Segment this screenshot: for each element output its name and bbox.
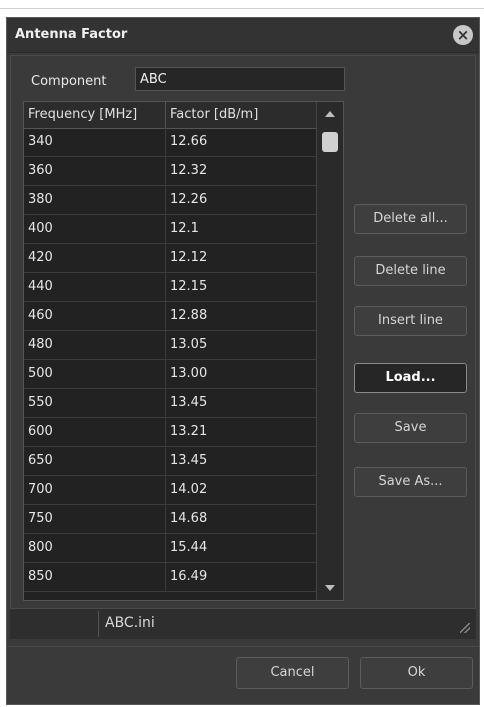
table-row[interactable]: 340 12.66 <box>24 128 318 157</box>
column-divider <box>165 534 166 563</box>
footer-divider <box>7 646 479 647</box>
factor-cell[interactable]: 14.02 <box>170 482 207 497</box>
frequency-cell[interactable]: 420 <box>28 250 53 265</box>
column-divider <box>165 186 166 215</box>
factor-cell[interactable]: 12.26 <box>170 192 207 207</box>
frequency-cell[interactable]: 360 <box>28 163 53 178</box>
table-row[interactable]: 750 14.68 <box>24 505 318 534</box>
column-divider <box>165 244 166 273</box>
resize-grip-icon[interactable] <box>460 623 470 633</box>
table-row[interactable]: 440 12.15 <box>24 273 318 302</box>
factor-cell[interactable]: 12.88 <box>170 308 207 323</box>
table-row[interactable]: 500 13.00 <box>24 360 318 389</box>
scrollbar-thumb[interactable] <box>322 132 338 152</box>
factor-cell[interactable]: 13.05 <box>170 337 207 352</box>
frequency-cell[interactable]: 800 <box>28 540 53 555</box>
status-divider <box>98 611 99 637</box>
column-divider <box>165 360 166 389</box>
save-as-button[interactable]: Save As... <box>354 467 467 497</box>
table-row[interactable]: 380 12.26 <box>24 186 318 215</box>
factor-cell[interactable]: 12.12 <box>170 250 207 265</box>
header-divider <box>165 102 166 128</box>
table-row[interactable]: 600 13.21 <box>24 418 318 447</box>
status-file-name: ABC.ini <box>105 615 155 631</box>
column-divider <box>165 476 166 505</box>
frequency-cell[interactable]: 480 <box>28 337 53 352</box>
frequency-cell[interactable]: 460 <box>28 308 53 323</box>
column-divider <box>165 157 166 186</box>
component-input[interactable] <box>135 67 345 91</box>
ok-button[interactable]: Ok <box>360 657 473 689</box>
table-row[interactable]: 420 12.12 <box>24 244 318 273</box>
frequency-cell[interactable]: 650 <box>28 453 53 468</box>
factor-cell[interactable]: 12.66 <box>170 134 207 149</box>
factor-cell[interactable]: 16.49 <box>170 569 207 584</box>
frequency-cell[interactable]: 700 <box>28 482 53 497</box>
antenna-factor-table: Frequency [MHz] Factor [dB/m] 340 12.66 36… <box>23 101 344 601</box>
factor-cell[interactable]: 12.1 <box>170 221 199 236</box>
factor-cell[interactable]: 13.21 <box>170 424 207 439</box>
column-divider <box>165 505 166 534</box>
frequency-cell[interactable]: 600 <box>28 424 53 439</box>
frequency-cell[interactable]: 850 <box>28 569 53 584</box>
column-divider <box>165 215 166 244</box>
status-bar: ABC.ini <box>10 608 476 639</box>
frequency-cell[interactable]: 440 <box>28 279 53 294</box>
delete-line-button[interactable]: Delete line <box>354 256 467 286</box>
save-button[interactable]: Save <box>354 413 467 443</box>
factor-cell[interactable]: 13.45 <box>170 395 207 410</box>
column-divider <box>165 331 166 360</box>
factor-cell[interactable]: 12.32 <box>170 163 207 178</box>
table-row[interactable]: 800 15.44 <box>24 534 318 563</box>
antenna-factor-dialog: Antenna Factor × Component Frequency [MH… <box>6 17 480 705</box>
cancel-button[interactable]: Cancel <box>236 657 349 689</box>
window-top-edge <box>0 0 484 9</box>
column-divider <box>165 418 166 447</box>
table-header: Frequency [MHz] Factor [dB/m] <box>24 102 318 129</box>
frequency-cell[interactable]: 340 <box>28 134 53 149</box>
scroll-down-arrow-icon[interactable] <box>325 585 335 591</box>
column-header-factor[interactable]: Factor [dB/m] <box>170 107 258 122</box>
frequency-cell[interactable]: 400 <box>28 221 53 236</box>
column-header-frequency[interactable]: Frequency [MHz] <box>28 107 137 122</box>
table-row[interactable]: 480 13.05 <box>24 331 318 360</box>
column-divider <box>165 389 166 418</box>
factor-cell[interactable]: 12.15 <box>170 279 207 294</box>
table-body: 340 12.66 360 12.32 380 12.26 400 12.1 420 12.12 4… <box>24 128 318 592</box>
scroll-up-arrow-icon[interactable] <box>325 111 335 117</box>
frequency-cell[interactable]: 750 <box>28 511 53 526</box>
table-row[interactable]: 850 16.49 <box>24 563 318 592</box>
table-row[interactable]: 550 13.45 <box>24 389 318 418</box>
dialog-title: Antenna Factor <box>15 27 128 42</box>
factor-cell[interactable]: 15.44 <box>170 540 207 555</box>
component-label: Component <box>31 74 107 89</box>
table-row[interactable]: 700 14.02 <box>24 476 318 505</box>
delete-all-button[interactable]: Delete all... <box>354 204 467 234</box>
table-row[interactable]: 650 13.45 <box>24 447 318 476</box>
insert-line-button[interactable]: Insert line <box>354 306 467 336</box>
table-row[interactable]: 460 12.88 <box>24 302 318 331</box>
column-divider <box>165 563 166 592</box>
table-row[interactable]: 360 12.32 <box>24 157 318 186</box>
column-divider <box>165 447 166 476</box>
factor-cell[interactable]: 13.00 <box>170 366 207 381</box>
vertical-scrollbar[interactable] <box>316 102 343 600</box>
frequency-cell[interactable]: 500 <box>28 366 53 381</box>
dialog-titlebar: Antenna Factor × <box>7 18 479 53</box>
frequency-cell[interactable]: 380 <box>28 192 53 207</box>
table-row[interactable]: 400 12.1 <box>24 215 318 244</box>
column-divider <box>165 128 166 157</box>
factor-cell[interactable]: 13.45 <box>170 453 207 468</box>
factor-cell[interactable]: 14.68 <box>170 511 207 526</box>
frequency-cell[interactable]: 550 <box>28 395 53 410</box>
close-icon[interactable]: × <box>453 25 473 45</box>
load-button[interactable]: Load... <box>354 363 467 393</box>
column-divider <box>165 302 166 331</box>
column-divider <box>165 273 166 302</box>
